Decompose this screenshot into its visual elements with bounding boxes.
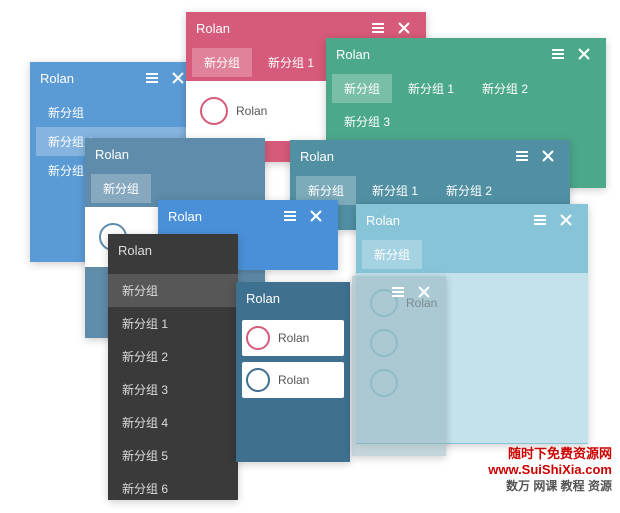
list-item[interactable]: Rolan <box>242 362 344 398</box>
title: Rolan <box>168 209 276 224</box>
titlebar[interactable] <box>352 276 446 308</box>
close-icon[interactable] <box>554 208 578 232</box>
title: Rolan <box>196 21 364 36</box>
app-icon <box>200 97 228 125</box>
menu-icon[interactable] <box>278 204 302 228</box>
watermark-line: 随时下免费资源网 <box>488 443 612 462</box>
title: Rolan <box>118 243 228 258</box>
tab[interactable]: 新分组 1 <box>256 48 326 77</box>
sidebar-item[interactable]: 新分组 5 <box>108 439 238 472</box>
content: Rolan Rolan <box>236 314 350 404</box>
close-icon[interactable] <box>572 42 596 66</box>
title: Rolan <box>336 47 544 62</box>
titlebar[interactable]: Rolan <box>236 282 350 314</box>
item-label: Rolan <box>236 104 267 118</box>
sidebar: 新分组 新分组 1 新分组 2 新分组 3 新分组 4 新分组 5 新分组 6 <box>108 266 238 513</box>
sidebar-item[interactable]: 新分组 2 <box>108 340 238 373</box>
app-icon <box>246 326 270 350</box>
menu-icon[interactable] <box>386 280 410 304</box>
close-icon[interactable] <box>304 204 328 228</box>
titlebar[interactable]: Rolan <box>326 38 606 70</box>
sidebar-item[interactable]: 新分组 1 <box>108 307 238 340</box>
window-translucent <box>352 276 446 456</box>
titlebar[interactable]: Rolan <box>290 140 570 172</box>
sidebar-item[interactable]: 新分组 6 <box>108 472 238 505</box>
tabs: 新分组 新分组 1 新分组 2 新分组 3 <box>326 70 606 140</box>
item-label: Rolan <box>278 331 309 345</box>
tab[interactable]: 新分组 1 <box>396 74 466 103</box>
titlebar[interactable]: Rolan <box>85 138 265 170</box>
tab[interactable]: 新分组 <box>332 74 392 103</box>
sidebar-item[interactable]: 新分组 3 <box>108 373 238 406</box>
menu-icon[interactable] <box>140 66 164 90</box>
tab[interactable]: 新分组 1 <box>360 176 430 205</box>
item-label: Rolan <box>278 373 309 387</box>
window-dark: Rolan 新分组 新分组 1 新分组 2 新分组 3 新分组 4 新分组 5 … <box>108 234 238 500</box>
close-icon[interactable] <box>536 144 560 168</box>
menu-icon[interactable] <box>510 144 534 168</box>
tab[interactable]: 新分组 2 <box>434 176 504 205</box>
titlebar[interactable]: Rolan <box>356 204 588 236</box>
tab[interactable]: 新分组 <box>36 98 194 127</box>
tab[interactable]: 新分组 <box>91 174 151 203</box>
tab[interactable]: 新分组 <box>362 240 422 269</box>
tab[interactable]: 新分组 <box>192 48 252 77</box>
menu-icon[interactable] <box>546 42 570 66</box>
list-item[interactable]: Rolan <box>242 320 344 356</box>
titlebar[interactable]: Rolan <box>30 62 200 94</box>
title: Rolan <box>246 291 340 306</box>
watermark-line: www.SuiShiXia.com <box>488 462 612 477</box>
title: Rolan <box>366 213 526 228</box>
sidebar-item[interactable]: 新分组 4 <box>108 406 238 439</box>
close-icon[interactable] <box>412 280 436 304</box>
close-icon[interactable] <box>392 16 416 40</box>
titlebar[interactable]: Rolan <box>108 234 238 266</box>
title: Rolan <box>40 71 138 86</box>
watermark: 随时下免费资源网 www.SuiShiXia.com 数万 网课 教程 资源 <box>488 443 612 494</box>
tabs: 新分组 <box>356 236 588 273</box>
menu-icon[interactable] <box>528 208 552 232</box>
window-navy: Rolan Rolan Rolan <box>236 282 350 462</box>
tab[interactable]: 新分组 3 <box>332 107 402 136</box>
titlebar[interactable]: Rolan <box>158 200 338 232</box>
sidebar-item[interactable]: 新分组 <box>108 274 238 307</box>
app-icon <box>246 368 270 392</box>
menu-icon[interactable] <box>366 16 390 40</box>
title: Rolan <box>300 149 508 164</box>
tab[interactable]: 新分组 2 <box>470 74 540 103</box>
title: Rolan <box>95 147 255 162</box>
watermark-line: 数万 网课 教程 资源 <box>488 477 612 494</box>
